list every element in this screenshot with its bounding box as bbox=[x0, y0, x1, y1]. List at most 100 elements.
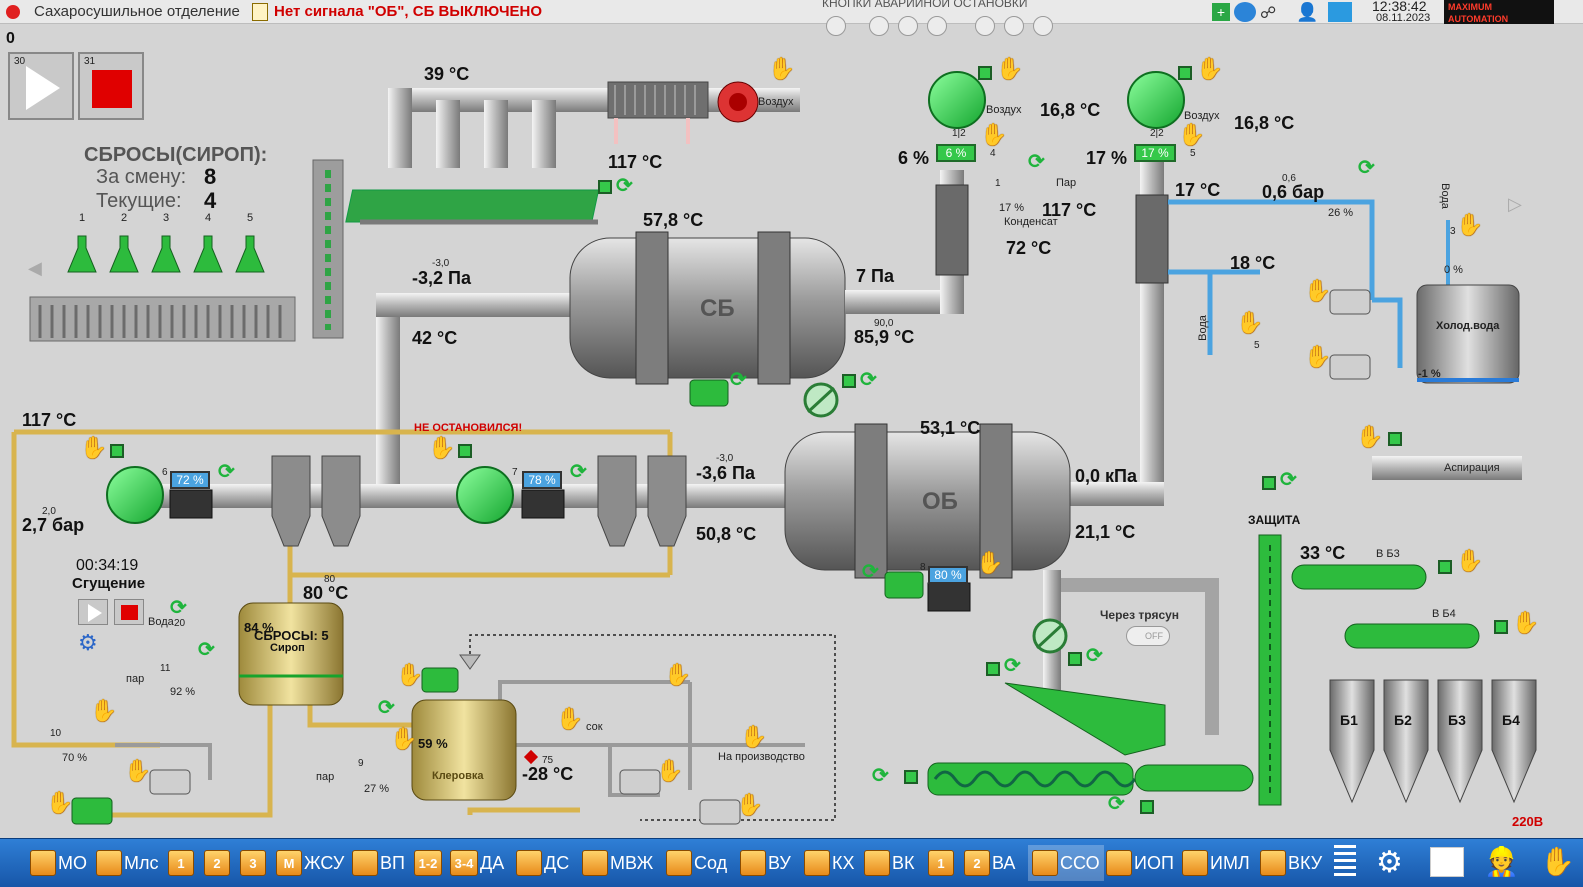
taskbar-item-vk[interactable]: ВК bbox=[864, 845, 915, 881]
stop-button[interactable]: 31 bbox=[78, 52, 144, 120]
taskbar-item-mo[interactable]: МО bbox=[30, 845, 87, 881]
fan1-hand2-icon[interactable]: ✋ bbox=[980, 124, 1007, 146]
protection-auto-icon[interactable] bbox=[1262, 476, 1276, 490]
b4-conveyor-hand-icon[interactable]: ✋ bbox=[1512, 612, 1539, 634]
pump-1-hand-icon[interactable]: ✋ bbox=[1304, 280, 1331, 302]
settings-gear-icon[interactable]: ⚙ bbox=[78, 630, 98, 656]
fan2-hand2-icon[interactable]: ✋ bbox=[1178, 124, 1205, 146]
klerovka-inlet-cycle-icon[interactable]: ⟳ bbox=[378, 698, 395, 718]
water-cycle-icon[interactable]: ⟳ bbox=[1358, 158, 1375, 178]
taskbar-item-1-2[interactable]: 1-2 bbox=[414, 845, 444, 881]
drain-valve-hand-icon[interactable]: ✋ bbox=[1236, 312, 1263, 334]
settings-icon[interactable]: ⚙ bbox=[1376, 845, 1403, 880]
taskbar-item-sod[interactable]: Сод bbox=[666, 845, 727, 881]
aspiration-auto-icon[interactable] bbox=[1388, 432, 1402, 446]
sb-drive-cycle-icon[interactable]: ⟳ bbox=[860, 370, 877, 390]
add-icon[interactable]: + bbox=[1212, 3, 1230, 21]
chat-icon[interactable] bbox=[1234, 2, 1256, 22]
manual-hand-icon[interactable]: ✋ bbox=[768, 58, 795, 80]
fan7-hand-icon[interactable]: ✋ bbox=[428, 437, 455, 459]
taskbar-item-da[interactable]: 3-4 ДА bbox=[450, 845, 504, 881]
taskbar-item-va1[interactable]: 1 bbox=[928, 845, 956, 881]
pink-hand-icon[interactable]: ✋ bbox=[1540, 845, 1575, 878]
emergency-stop-button-6[interactable] bbox=[1004, 16, 1024, 36]
steam-cycle-icon[interactable]: ⟳ bbox=[1028, 152, 1045, 172]
thickening-stop-button[interactable] bbox=[114, 599, 144, 625]
taskbar-item-iml[interactable]: ИМЛ bbox=[1182, 845, 1250, 881]
menu-list-icon[interactable] bbox=[1334, 845, 1356, 879]
taskbar-item-ds[interactable]: ДС bbox=[516, 845, 569, 881]
fan6-hand-icon[interactable]: ✋ bbox=[80, 437, 107, 459]
network-icon[interactable]: ☍ bbox=[1260, 3, 1276, 23]
emergency-stop-button-1[interactable] bbox=[826, 16, 846, 36]
fan2-hand-icon[interactable]: ✋ bbox=[1196, 58, 1223, 80]
shaker-auto-icon[interactable] bbox=[986, 662, 1000, 676]
fan6-cycle-icon[interactable]: ⟳ bbox=[218, 462, 235, 482]
valve-ob-auto-icon[interactable] bbox=[1068, 652, 1082, 666]
start-button[interactable]: 30 bbox=[8, 52, 74, 120]
fan6-auto-icon[interactable] bbox=[110, 444, 124, 458]
fan7-cycle-icon[interactable]: ⟳ bbox=[570, 462, 587, 482]
fan2-pct-box[interactable]: 17 % bbox=[1134, 144, 1176, 162]
emergency-stop-button-4[interactable] bbox=[927, 16, 947, 36]
sb-motor-cycle-icon[interactable]: ⟳ bbox=[730, 370, 747, 390]
belt-cycle-icon[interactable]: ⟳ bbox=[1108, 794, 1125, 814]
taskbar-item-vku[interactable]: ВКУ bbox=[1260, 845, 1322, 881]
emergency-stop-button-7[interactable] bbox=[1033, 16, 1053, 36]
b3-conveyor-hand-icon[interactable]: ✋ bbox=[1456, 550, 1483, 572]
pump-lower-hand-icon[interactable]: ✋ bbox=[124, 760, 151, 782]
ob-drive-cycle-icon[interactable]: ⟳ bbox=[862, 562, 879, 582]
taskbar-item-iop[interactable]: ИОП bbox=[1106, 845, 1174, 881]
auto-mode-icon[interactable] bbox=[598, 180, 612, 194]
fan6-pct-box[interactable]: 72 % bbox=[170, 471, 210, 489]
user-icon[interactable]: 👤 bbox=[1296, 2, 1318, 23]
pump-2-hand-icon[interactable]: ✋ bbox=[1304, 346, 1331, 368]
pump-b-hand-icon[interactable]: ✋ bbox=[736, 794, 763, 816]
water-valve-hand-icon[interactable]: ✋ bbox=[1456, 214, 1483, 236]
screw-cycle-icon[interactable]: ⟳ bbox=[872, 766, 889, 786]
shaker-toggle[interactable]: OFF bbox=[1126, 626, 1170, 646]
belt-auto-icon[interactable] bbox=[1140, 800, 1154, 814]
taskbar-item-mvzh[interactable]: МВЖ bbox=[582, 845, 653, 881]
b4-conveyor-auto-icon[interactable] bbox=[1494, 620, 1508, 634]
notepad-icon[interactable] bbox=[252, 3, 268, 21]
fan1-pct-box[interactable]: 6 % bbox=[936, 144, 976, 162]
taskbar-item-1[interactable]: 1 bbox=[168, 845, 196, 881]
klerovka-valve-hand-icon[interactable]: ✋ bbox=[390, 728, 417, 750]
taskbar-item-3[interactable]: 3 bbox=[240, 845, 268, 881]
protection-cycle-icon[interactable]: ⟳ bbox=[1280, 470, 1297, 490]
shaker-cycle-icon[interactable]: ⟳ bbox=[1004, 656, 1021, 676]
aspiration-hand-icon[interactable]: ✋ bbox=[1356, 426, 1383, 448]
emergency-stop-button-2[interactable] bbox=[869, 16, 889, 36]
fan1-auto-icon[interactable] bbox=[978, 66, 992, 80]
fan7-pct-box[interactable]: 78 % bbox=[522, 471, 562, 489]
thickening-start-button[interactable] bbox=[78, 599, 108, 625]
recirc-valve-hand-icon[interactable]: ✋ bbox=[664, 664, 691, 686]
valve-ob-cycle-icon[interactable]: ⟳ bbox=[1086, 646, 1103, 666]
sb-drive-auto-icon[interactable] bbox=[842, 374, 856, 388]
klerovka-pump-hand-icon[interactable]: ✋ bbox=[396, 664, 423, 686]
taskbar-item-vp[interactable]: ВП bbox=[352, 845, 405, 881]
pump-a-hand-icon[interactable]: ✋ bbox=[656, 760, 683, 782]
ob-drive-hand-icon[interactable]: ✋ bbox=[976, 552, 1003, 574]
water-inlet-cycle-icon[interactable]: ⟳ bbox=[170, 598, 187, 618]
fan2-auto-icon[interactable] bbox=[1178, 66, 1192, 80]
fan1-hand-icon[interactable]: ✋ bbox=[996, 58, 1023, 80]
telegram-icon[interactable] bbox=[1328, 2, 1352, 22]
production-valve-hand-icon[interactable]: ✋ bbox=[740, 726, 767, 748]
taskbar-item-2[interactable]: 2 bbox=[204, 845, 232, 881]
taskbar-item-va[interactable]: 2 ВА bbox=[964, 845, 1015, 881]
steam-inlet-cycle-icon[interactable]: ⟳ bbox=[198, 640, 215, 660]
sound-right-icon[interactable]: ▷ bbox=[1508, 194, 1522, 215]
trend-chart-icon[interactable] bbox=[1430, 847, 1464, 877]
screw-auto-icon[interactable] bbox=[904, 770, 918, 784]
operator-icon[interactable]: 👷 bbox=[1484, 845, 1519, 878]
emergency-stop-button-5[interactable] bbox=[975, 16, 995, 36]
cycle-icon[interactable]: ⟳ bbox=[616, 176, 633, 196]
b3-conveyor-auto-icon[interactable] bbox=[1438, 560, 1452, 574]
taskbar-item-sso[interactable]: ССО bbox=[1028, 845, 1104, 881]
taskbar-item-vu[interactable]: ВУ bbox=[740, 845, 791, 881]
taskbar-item-mls[interactable]: Млс bbox=[96, 845, 159, 881]
ob-drive-pct-box[interactable]: 80 % bbox=[928, 566, 968, 584]
emergency-stop-button-3[interactable] bbox=[898, 16, 918, 36]
